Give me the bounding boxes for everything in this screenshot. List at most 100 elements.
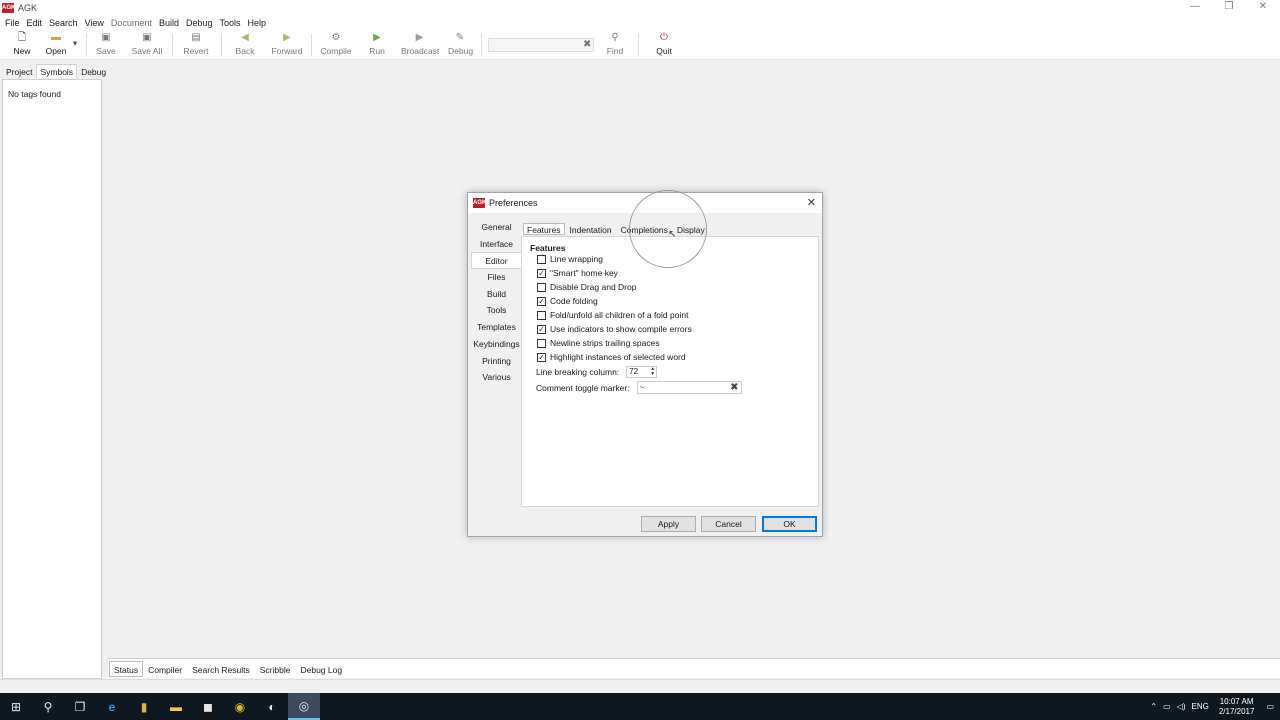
toolbar-search-input[interactable]: [488, 38, 594, 52]
save-button[interactable]: ▣ Save: [96, 32, 116, 56]
tab-scribble[interactable]: Scribble: [255, 661, 296, 677]
checkbox[interactable]: [537, 338, 546, 348]
category-printing[interactable]: Printing: [471, 353, 522, 370]
chevron-up-icon[interactable]: ⌃: [1150, 702, 1157, 711]
close-icon[interactable]: ✕: [807, 196, 816, 209]
new-button[interactable]: 🗋 New: [12, 32, 32, 56]
tab-compiler[interactable]: Compiler: [143, 661, 187, 677]
dialog-title: Preferences: [489, 198, 538, 208]
tab-status[interactable]: Status: [109, 661, 144, 677]
back-button[interactable]: ◀ Back: [234, 32, 256, 56]
checkbox[interactable]: ✓: [537, 268, 546, 278]
tab-project[interactable]: Project: [2, 64, 36, 78]
magnifier-icon: ⚲: [611, 32, 619, 43]
quit-button[interactable]: ⏻ Quit: [653, 32, 675, 56]
network-icon[interactable]: ▭: [1163, 702, 1171, 711]
option-newline-strips-spaces[interactable]: Newline strips trailing spaces: [537, 338, 660, 348]
checkbox[interactable]: [537, 282, 546, 292]
category-tools[interactable]: Tools: [471, 302, 522, 319]
spin-arrows-icon[interactable]: ▲ ▼: [650, 367, 655, 377]
search-icon[interactable]: ⚲: [32, 693, 64, 720]
clear-icon[interactable]: ✖: [730, 382, 738, 394]
comment-toggle-input[interactable]: ~ ✖: [636, 381, 742, 394]
chrome-icon[interactable]: ◉: [224, 693, 256, 720]
clock[interactable]: 10:07 AM 2/17/2017: [1219, 697, 1255, 717]
checkbox[interactable]: [537, 310, 546, 320]
mouse-cursor-icon: ↖: [668, 229, 677, 240]
option-disable-drag-drop[interactable]: Disable Drag and Drop: [537, 282, 636, 292]
category-files[interactable]: Files: [471, 269, 522, 286]
edge-icon[interactable]: e: [96, 693, 128, 720]
category-keybindings[interactable]: Keybindings: [471, 336, 522, 353]
menu-edit[interactable]: Edit: [27, 18, 43, 28]
menu-file[interactable]: File: [5, 18, 20, 28]
checkbox[interactable]: [537, 254, 546, 264]
checkbox[interactable]: ✓: [537, 352, 546, 362]
volume-icon[interactable]: ◁): [1177, 702, 1186, 711]
option-compile-error-indicators[interactable]: ✓ Use indicators to show compile errors: [537, 324, 692, 334]
find-button[interactable]: ⚲ Find: [605, 32, 625, 56]
tab-features[interactable]: Features: [523, 223, 565, 235]
option-smart-home-key[interactable]: ✓ "Smart" home key: [537, 268, 618, 278]
app-icon[interactable]: ▮: [128, 693, 160, 720]
tab-debug[interactable]: Debug: [77, 64, 110, 78]
start-windows-icon[interactable]: ⊞: [0, 693, 32, 720]
language-indicator[interactable]: ENG: [1192, 702, 1209, 711]
option-fold-unfold-children[interactable]: Fold/unfold all children of a fold point: [537, 310, 688, 320]
ok-button[interactable]: OK: [762, 516, 817, 532]
revert-button[interactable]: ▤ Revert: [183, 32, 209, 56]
option-line-wrapping[interactable]: Line wrapping: [537, 254, 603, 264]
gear-icon: ⚙: [331, 32, 341, 43]
app-logo: AGK: [2, 3, 16, 13]
bottom-tabs: Status Compiler Search Results Scribble …: [109, 661, 347, 677]
line-breaking-stepper[interactable]: 72 ▲ ▼: [626, 366, 658, 378]
option-code-folding[interactable]: ✓ Code folding: [537, 296, 598, 306]
broadcast-button[interactable]: ▶ Broadcast: [401, 32, 439, 56]
category-build[interactable]: Build: [471, 286, 522, 303]
app-logo: AGK: [473, 198, 487, 208]
open-dropdown[interactable]: ▾: [71, 38, 79, 49]
agk-taskbar-icon[interactable]: ◎: [288, 693, 320, 720]
option-highlight-selected-word[interactable]: ✓ Highlight instances of selected word: [537, 352, 686, 362]
tab-indentation[interactable]: Indentation: [566, 223, 616, 235]
debug-button[interactable]: ✎ Debug: [448, 32, 473, 56]
category-interface[interactable]: Interface: [471, 236, 522, 253]
menu-document[interactable]: Document: [111, 18, 152, 28]
cancel-button[interactable]: Cancel: [701, 516, 756, 532]
quit-icon: ⏻: [660, 32, 668, 43]
menu-debug[interactable]: Debug: [186, 18, 213, 28]
task-view-icon[interactable]: ❐: [64, 693, 96, 720]
maximize-icon[interactable]: ❐: [1212, 0, 1246, 16]
store-icon[interactable]: ◼: [192, 693, 224, 720]
close-icon[interactable]: ✕: [1246, 0, 1280, 16]
category-templates[interactable]: Templates: [471, 319, 522, 336]
forward-button[interactable]: ▶ Forward: [271, 32, 303, 56]
steam-icon[interactable]: ◐: [256, 693, 288, 720]
debug-icon: ✎: [455, 32, 465, 43]
clear-icon[interactable]: ✖: [583, 39, 591, 50]
apply-button[interactable]: Apply: [641, 516, 696, 532]
category-general[interactable]: General: [471, 219, 522, 236]
menu-search[interactable]: Search: [49, 18, 78, 28]
save-all-button[interactable]: ▣ Save All: [131, 32, 163, 56]
checkbox[interactable]: ✓: [537, 296, 546, 306]
chevron-down-icon: ▾: [72, 38, 78, 48]
category-editor[interactable]: Editor: [471, 252, 522, 270]
minimize-icon[interactable]: —: [1178, 0, 1212, 16]
run-button[interactable]: ▶ Run: [368, 32, 386, 56]
menu-help[interactable]: Help: [248, 18, 267, 28]
category-various[interactable]: Various: [471, 369, 522, 386]
tab-debug-log[interactable]: Debug Log: [295, 661, 347, 677]
status-bar: [0, 679, 1280, 693]
menu-view[interactable]: View: [85, 18, 104, 28]
notifications-icon[interactable]: ▭: [1266, 702, 1274, 711]
menu-tools[interactable]: Tools: [220, 18, 241, 28]
checkbox[interactable]: ✓: [537, 324, 546, 334]
file-explorer-icon[interactable]: ▬: [160, 693, 192, 720]
tab-search-results[interactable]: Search Results: [187, 661, 255, 677]
revert-icon: ▤: [191, 32, 201, 43]
menu-build[interactable]: Build: [159, 18, 179, 28]
tab-symbols[interactable]: Symbols: [36, 64, 78, 78]
compile-button[interactable]: ⚙ Compile: [320, 32, 352, 56]
open-button[interactable]: ▬ Open: [44, 32, 68, 56]
